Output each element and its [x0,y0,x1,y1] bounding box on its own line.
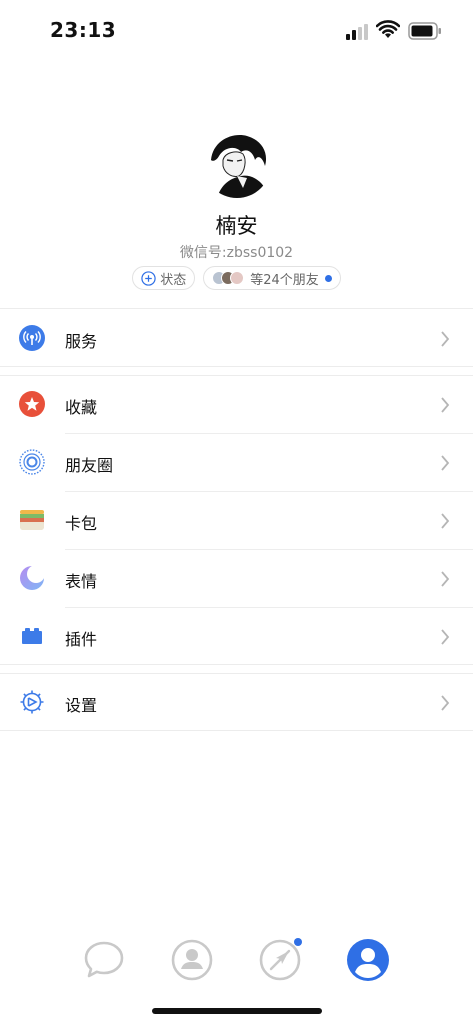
menu-label: 卡包 [65,514,98,533]
wallet-icon [20,510,44,530]
add-status-icon [141,270,156,286]
battery-icon [408,22,441,40]
new-indicator-dot [324,274,332,282]
signal-broadcast-icon [19,325,45,351]
section-divider [0,664,473,665]
menu-label: 设置 [65,696,98,715]
cellular-signal-icon [346,24,368,40]
chat-bubble-icon [84,941,124,978]
discover-badge-dot [294,938,302,946]
tab-me[interactable] [346,938,390,982]
menu-label: 收藏 [65,398,98,417]
menu-item-settings[interactable]: 设置 [0,674,473,732]
friends-status-chip[interactable]: 等24个朋友 [203,266,341,290]
friend-avatars [212,271,245,285]
chevron-right-icon [441,629,450,645]
chevron-right-icon [441,455,450,471]
section-divider [0,308,473,309]
menu-item-stickers[interactable]: 表情 [0,550,473,608]
menu-item-moments[interactable]: 朋友圈 [0,434,473,492]
friend-avatar [230,271,245,285]
chevron-right-icon [441,571,450,587]
menu-item-services[interactable]: 服务 [0,310,473,368]
section-divider [0,730,473,731]
status-time: 23:13 [50,18,117,42]
gear-icon [20,690,44,714]
home-indicator [152,1008,322,1014]
menu-item-plugins[interactable]: 插件 [0,608,473,666]
menu-label: 插件 [65,630,98,649]
contacts-icon [171,939,213,981]
tab-contacts[interactable] [170,938,214,982]
chevron-right-icon [441,695,450,711]
status-chip-label: 状态 [160,272,187,288]
menu-label: 服务 [65,332,98,351]
chevron-right-icon [441,513,450,529]
profile-header[interactable]: 楠安 微信号:zbss0102 状态 等24个朋友 [0,130,473,290]
menu-label: 表情 [65,572,98,591]
menu-label: 朋友圈 [65,456,114,475]
me-icon [347,939,389,981]
friends-chip-label: 等24个朋友 [250,272,319,288]
status-bar: 23:13 [0,0,473,60]
chevron-right-icon [441,397,450,413]
wifi-icon [376,20,400,38]
star-icon [19,391,45,417]
menu-item-favorites[interactable]: 收藏 [0,376,473,434]
tab-bar [0,938,473,988]
moon-icon [20,565,45,590]
profile-name: 楠安 [215,214,258,238]
status-chip[interactable]: 状态 [132,266,196,290]
wechat-id: 微信号:zbss0102 [179,245,294,261]
tab-discover[interactable] [258,938,302,982]
tab-chats[interactable] [82,938,126,982]
menu-item-cards[interactable]: 卡包 [0,492,473,550]
camera-aperture-icon [19,449,45,475]
chevron-right-icon [441,331,450,347]
avatar[interactable] [202,130,271,198]
puzzle-block-icon [22,628,42,644]
